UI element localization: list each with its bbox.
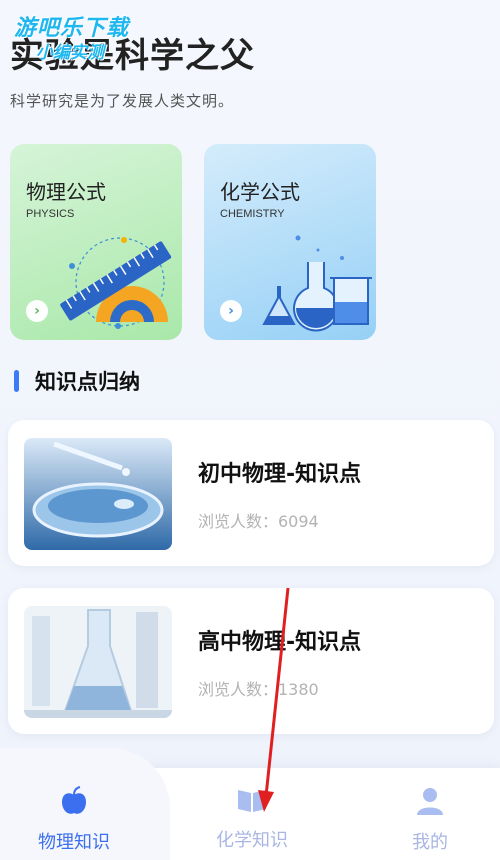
chemistry-card-title: 化学公式	[220, 180, 300, 204]
tab-label: 物理知识	[38, 832, 110, 853]
tab-mine[interactable]: 我的	[360, 786, 500, 854]
tab-label: 化学知识	[216, 830, 288, 851]
physics-card-subtitle: PHYSICS	[26, 208, 75, 220]
lab-flask-photo	[24, 606, 172, 718]
ruler-protractor-illustration	[60, 237, 172, 329]
knowledge-card-junior-physics[interactable]: 初中物理-知识点 浏览人数：6094	[8, 420, 494, 566]
knowledge-card-senior-physics[interactable]: 高中物理-知识点 浏览人数：1380	[8, 588, 494, 734]
tab-physics-knowledge[interactable]: 物理知识	[4, 786, 144, 854]
flasks-illustration	[262, 235, 372, 332]
user-icon	[417, 788, 443, 815]
knowledge-title: 高中物理-知识点	[198, 630, 362, 655]
petri-dish-photo	[24, 438, 172, 550]
physics-card-title: 物理公式	[26, 180, 106, 204]
chemistry-formula-card[interactable]: 化学公式 CHEMISTRY ›	[204, 144, 376, 340]
physics-go-button[interactable]: ›	[26, 300, 48, 322]
book-icon	[238, 790, 266, 812]
section-title: 知识点归纳	[35, 370, 140, 394]
watermark-logo: 游吧乐下载 小编实测	[14, 10, 129, 63]
section-accent-bar	[14, 370, 19, 392]
page-subtitle: 科学研究是为了发展人类文明。	[10, 92, 235, 110]
view-count: 浏览人数：1380	[198, 680, 319, 699]
section-header: 知识点归纳	[14, 366, 140, 396]
bottom-tab-bar: 物理知识 化学知识 我的	[0, 748, 500, 860]
tab-label: 我的	[412, 832, 448, 853]
chemistry-card-subtitle: CHEMISTRY	[220, 208, 285, 220]
chemistry-go-button[interactable]: ›	[220, 300, 242, 322]
apple-icon	[62, 786, 86, 814]
knowledge-title: 初中物理-知识点	[198, 462, 362, 487]
tab-chemistry-knowledge[interactable]: 化学知识	[182, 786, 322, 852]
physics-formula-card[interactable]: 物理公式 PHYSICS ›	[10, 144, 182, 340]
view-count: 浏览人数：6094	[198, 512, 319, 531]
